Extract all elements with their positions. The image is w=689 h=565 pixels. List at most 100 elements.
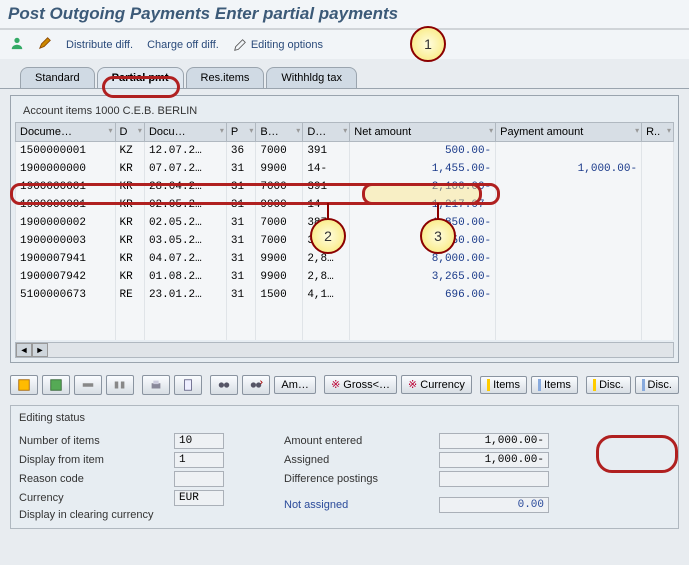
col-b[interactable]: B… <box>256 123 303 142</box>
col-dd[interactable]: D… <box>303 123 350 142</box>
edit-icon[interactable] <box>38 36 52 53</box>
cell-pay[interactable] <box>496 268 642 286</box>
cell-pay[interactable] <box>496 178 642 196</box>
table-row[interactable]: 1900000001KR02.05.2…31990014-1,217.07- <box>16 196 674 214</box>
cell-d: KR <box>115 160 144 178</box>
cell-dd: 391 <box>303 178 350 196</box>
btn-sel2[interactable] <box>42 375 70 395</box>
cell-pay[interactable] <box>496 196 642 214</box>
cell-net: 1,217.07- <box>350 196 496 214</box>
table-row[interactable]: 1900000001KR28.04.2…3170003912,100.00- <box>16 178 674 196</box>
cell-b: 7000 <box>256 142 303 160</box>
currency-label: Currency <box>19 492 174 504</box>
btn-findnext[interactable] <box>242 375 270 395</box>
btn-currency[interactable]: ※Currency <box>401 375 472 394</box>
reason-value[interactable] <box>174 471 224 487</box>
cell-docnum: 1900000003 <box>16 232 116 250</box>
page-title: Post Outgoing Payments Enter partial pay… <box>0 0 689 30</box>
h-scrollbar[interactable]: ◄ ► <box>15 342 674 358</box>
notassigned-label[interactable]: Not assigned <box>284 499 439 511</box>
cell-r <box>642 178 674 196</box>
cell-docdate: 28.04.2… <box>144 178 226 196</box>
cell-p: 31 <box>226 232 255 250</box>
btn-items-on[interactable]: Items <box>480 376 527 394</box>
btn-print[interactable] <box>142 375 170 395</box>
cell-net: 8,000.00- <box>350 250 496 268</box>
btn-items-off[interactable]: Items <box>531 376 578 394</box>
cell-dd: 2,8… <box>303 268 350 286</box>
col-docnum[interactable]: Docume… <box>16 123 116 142</box>
cell-d: KR <box>115 232 144 250</box>
cell-pay[interactable] <box>496 286 642 304</box>
cell-pay[interactable] <box>496 232 642 250</box>
distribute-diff-link[interactable]: Distribute diff. <box>66 39 133 51</box>
btn-sel4[interactable] <box>106 375 134 395</box>
cell-docnum: 5100000673 <box>16 286 116 304</box>
cell-d: KR <box>115 268 144 286</box>
cell-b: 9900 <box>256 250 303 268</box>
editing-options-link[interactable]: Editing options <box>233 38 323 52</box>
cell-b: 1500 <box>256 286 303 304</box>
chargeoff-diff-link[interactable]: Charge off diff. <box>147 39 219 51</box>
btn-gross[interactable]: ※Gross<… <box>324 375 397 394</box>
dispfrom-label: Display from item <box>19 454 174 466</box>
cell-p: 31 <box>226 178 255 196</box>
cell-docdate: 23.01.2… <box>144 286 226 304</box>
cell-net: 3,265.00- <box>350 268 496 286</box>
table-row[interactable]: 1500000001KZ12.07.2…367000391500.00- <box>16 142 674 160</box>
numitems-value <box>174 433 224 449</box>
cell-net: 500.00- <box>350 142 496 160</box>
cell-p: 36 <box>226 142 255 160</box>
tab-res-items[interactable]: Res.items <box>186 67 265 88</box>
cell-dd: 4,1… <box>303 286 350 304</box>
cell-net: 1,455.00- <box>350 160 496 178</box>
dispfrom-value[interactable] <box>174 452 224 468</box>
table-row[interactable]: 1900007942KR01.08.2…3199002,8…3,265.00- <box>16 268 674 286</box>
pencil-icon <box>233 38 247 52</box>
btn-sel3[interactable] <box>74 375 102 395</box>
btn-sel1[interactable] <box>10 375 38 395</box>
col-pay[interactable]: Payment amount <box>496 123 642 142</box>
binoculars-icon <box>217 378 231 392</box>
table-row[interactable]: 5100000673RE23.01.2…3115004,1…696.00- <box>16 286 674 304</box>
cell-b: 7000 <box>256 214 303 232</box>
scroll-right-icon[interactable]: ► <box>32 343 48 357</box>
button-bar: Am… ※Gross<… ※Currency Items Items Disc.… <box>0 369 689 401</box>
person-icon[interactable] <box>10 36 24 53</box>
cell-b: 7000 <box>256 178 303 196</box>
scroll-left-icon[interactable]: ◄ <box>16 343 32 357</box>
col-p[interactable]: P <box>226 123 255 142</box>
tab-standard[interactable]: Standard <box>20 67 95 88</box>
cell-pay[interactable] <box>496 214 642 232</box>
cell-pay[interactable] <box>496 142 642 160</box>
col-d[interactable]: D <box>115 123 144 142</box>
table-row[interactable]: 1900000000KR07.07.2…31990014-1,455.00-1,… <box>16 160 674 178</box>
cell-docdate: 12.07.2… <box>144 142 226 160</box>
assigned-label: Assigned <box>284 454 439 466</box>
btn-amount[interactable]: Am… <box>274 376 316 394</box>
tab-withhldg-tax[interactable]: Withhldg tax <box>266 67 357 88</box>
cell-dd: 14- <box>303 160 350 178</box>
cell-dd: 391 <box>303 142 350 160</box>
tab-partial-pmt[interactable]: Partial pmt <box>97 67 184 88</box>
editing-status-label: Editing status <box>19 410 670 430</box>
table-row[interactable]: 1900007941KR04.07.2…3199002,8…8,000.00- <box>16 250 674 268</box>
cell-d: KR <box>115 178 144 196</box>
col-docdate[interactable]: Docu… <box>144 123 226 142</box>
cell-pay[interactable] <box>496 250 642 268</box>
btn-find[interactable] <box>210 375 238 395</box>
col-net[interactable]: Net amount <box>350 123 496 142</box>
col-r[interactable]: R.. <box>642 123 674 142</box>
btn-doc[interactable] <box>174 375 202 395</box>
btn-disc-off[interactable]: Disc. <box>635 376 679 394</box>
cell-b: 7000 <box>256 232 303 250</box>
cell-d: KR <box>115 250 144 268</box>
tabstrip: Standard Partial pmt Res.items Withhldg … <box>0 67 689 89</box>
cell-pay[interactable]: 1,000.00- <box>496 160 642 178</box>
cell-p: 31 <box>226 286 255 304</box>
btn-disc-on[interactable]: Disc. <box>586 376 630 394</box>
cell-b: 9900 <box>256 196 303 214</box>
callout-1: 1 <box>410 26 446 62</box>
cell-r <box>642 142 674 160</box>
cell-r <box>642 196 674 214</box>
